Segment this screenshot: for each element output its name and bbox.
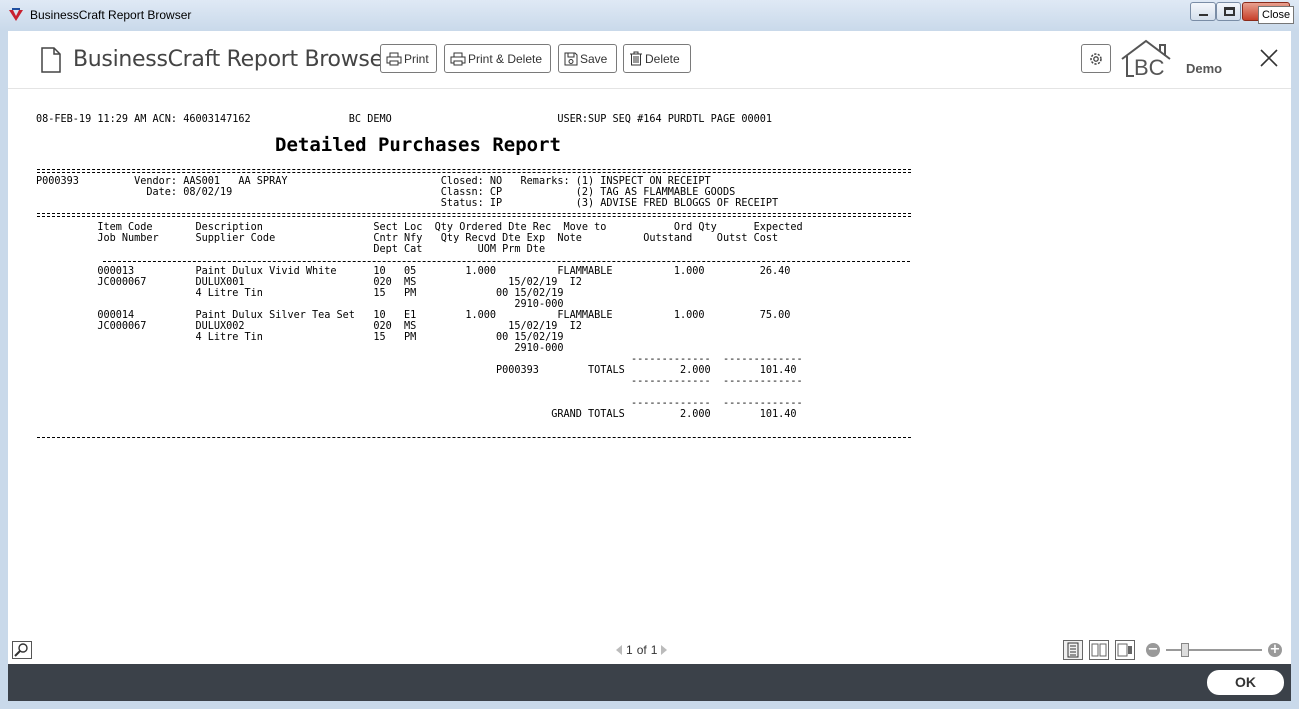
zoom-out-button[interactable]: − [1146,643,1160,657]
report-line: 000014 Paint Dulux Silver Tea Set 10 E1 … [36,310,791,321]
page-title: BusinessCraft Report Browser [73,47,392,72]
report-line: 2910-000 [36,299,564,310]
next-page-icon[interactable] [661,645,668,655]
save-button[interactable]: Save [558,44,617,73]
bc-logo: BC [1121,39,1171,79]
report-line: ------------- ------------- [36,376,803,387]
report-title: Detailed Purchases Report [275,134,561,156]
report-footer: 1 of 1 − + [8,634,1291,664]
report-line: ------------- ------------- [36,354,803,365]
pager: 1 of 1 [616,643,668,657]
report-line: JC000067 DULUX002 020 MS 15/02/19 I2 [36,321,582,332]
report-line: Date: 08/02/19 Classn: CP (2) TAG AS FLA… [36,187,736,198]
page-total: 1 [650,643,658,657]
maximize-button[interactable] [1216,2,1241,21]
settings-button[interactable] [1081,44,1111,73]
floppy-disk-icon [564,52,578,65]
gear-icon [1090,52,1102,65]
delete-label: Delete [645,51,680,66]
close-icon[interactable] [1259,48,1279,68]
report-rule-bottom [37,437,911,439]
print-delete-button[interactable]: Print & Delete [444,44,551,73]
page-current: 1 [626,643,633,657]
print-button[interactable]: Print [380,44,437,73]
window-title: BusinessCraft Report Browser [30,8,192,22]
header: BusinessCraft Report Browser Print Print… [8,31,1291,89]
print-delete-label: Print & Delete [468,51,543,66]
single-page-icon [1067,642,1079,658]
minimize-button[interactable] [1190,2,1216,21]
page-width-view-button[interactable] [1115,640,1135,660]
report-line: P000393 TOTALS 2.000 101.40 [36,365,797,376]
report-header-line: 08-FEB-19 11:29 AM ACN: 46003147162 BC D… [36,114,773,125]
report-line: ------------- ------------- [36,398,803,409]
close-tooltip: Close [1258,6,1295,24]
printer-icon [386,52,402,65]
delete-button[interactable]: Delete [623,44,691,73]
report-line: GRAND TOTALS 2.000 101.40 [36,409,797,420]
logo-text: BC [1134,55,1165,79]
single-page-view-button[interactable] [1063,640,1083,660]
report-rule-columns [103,261,910,263]
logo-demo-label: Demo [1186,61,1223,76]
report-line: Item Code Description Sect Loc Qty Order… [36,222,803,233]
ok-button[interactable]: OK [1207,670,1284,695]
report-line: Status: IP (3) ADVISE FRED BLOGGS OF REC… [36,198,779,209]
page-of-label: of [636,643,647,657]
report-browser-frame: BusinessCraft Report Browser Print Print… [8,31,1291,701]
magnifier-icon [14,643,28,657]
document-icon [41,47,61,73]
report-line: Dept Cat UOM Prm Dte [36,244,546,255]
zoom-in-button[interactable]: + [1268,643,1282,657]
two-page-icon [1091,643,1107,657]
report-line: 4 Litre Tin 15 PM 00 15/02/19 [36,332,564,343]
two-page-view-button[interactable] [1089,640,1109,660]
find-button[interactable] [12,641,32,659]
window-titlebar: BusinessCraft Report Browser ✕ [0,0,1299,31]
trash-icon [630,51,642,66]
dialog-button-bar: OK [8,664,1291,701]
report-line: 4 Litre Tin 15 PM 00 15/02/19 [36,288,564,299]
zoom-slider-thumb[interactable] [1181,643,1189,657]
print-label: Print [404,51,429,66]
page-width-icon [1117,643,1132,657]
report-line: Job Number Supplier Code Cntr Nfy Qty Re… [36,233,779,244]
previous-page-icon[interactable] [616,645,622,655]
report-line: JC000067 DULUX001 020 MS 15/02/19 I2 [36,277,582,288]
report-rule-top [37,169,911,173]
app-icon [9,8,23,21]
printer-icon [450,52,466,65]
save-label: Save [580,51,608,66]
report-line: 000013 Paint Dulux Vivid White 10 05 1.0… [36,266,791,277]
report-line: P000393 Vendor: AAS001 AA SPRAY Closed: … [36,176,711,187]
report-line: 2910-000 [36,343,564,354]
report-rule-middle [37,213,911,217]
